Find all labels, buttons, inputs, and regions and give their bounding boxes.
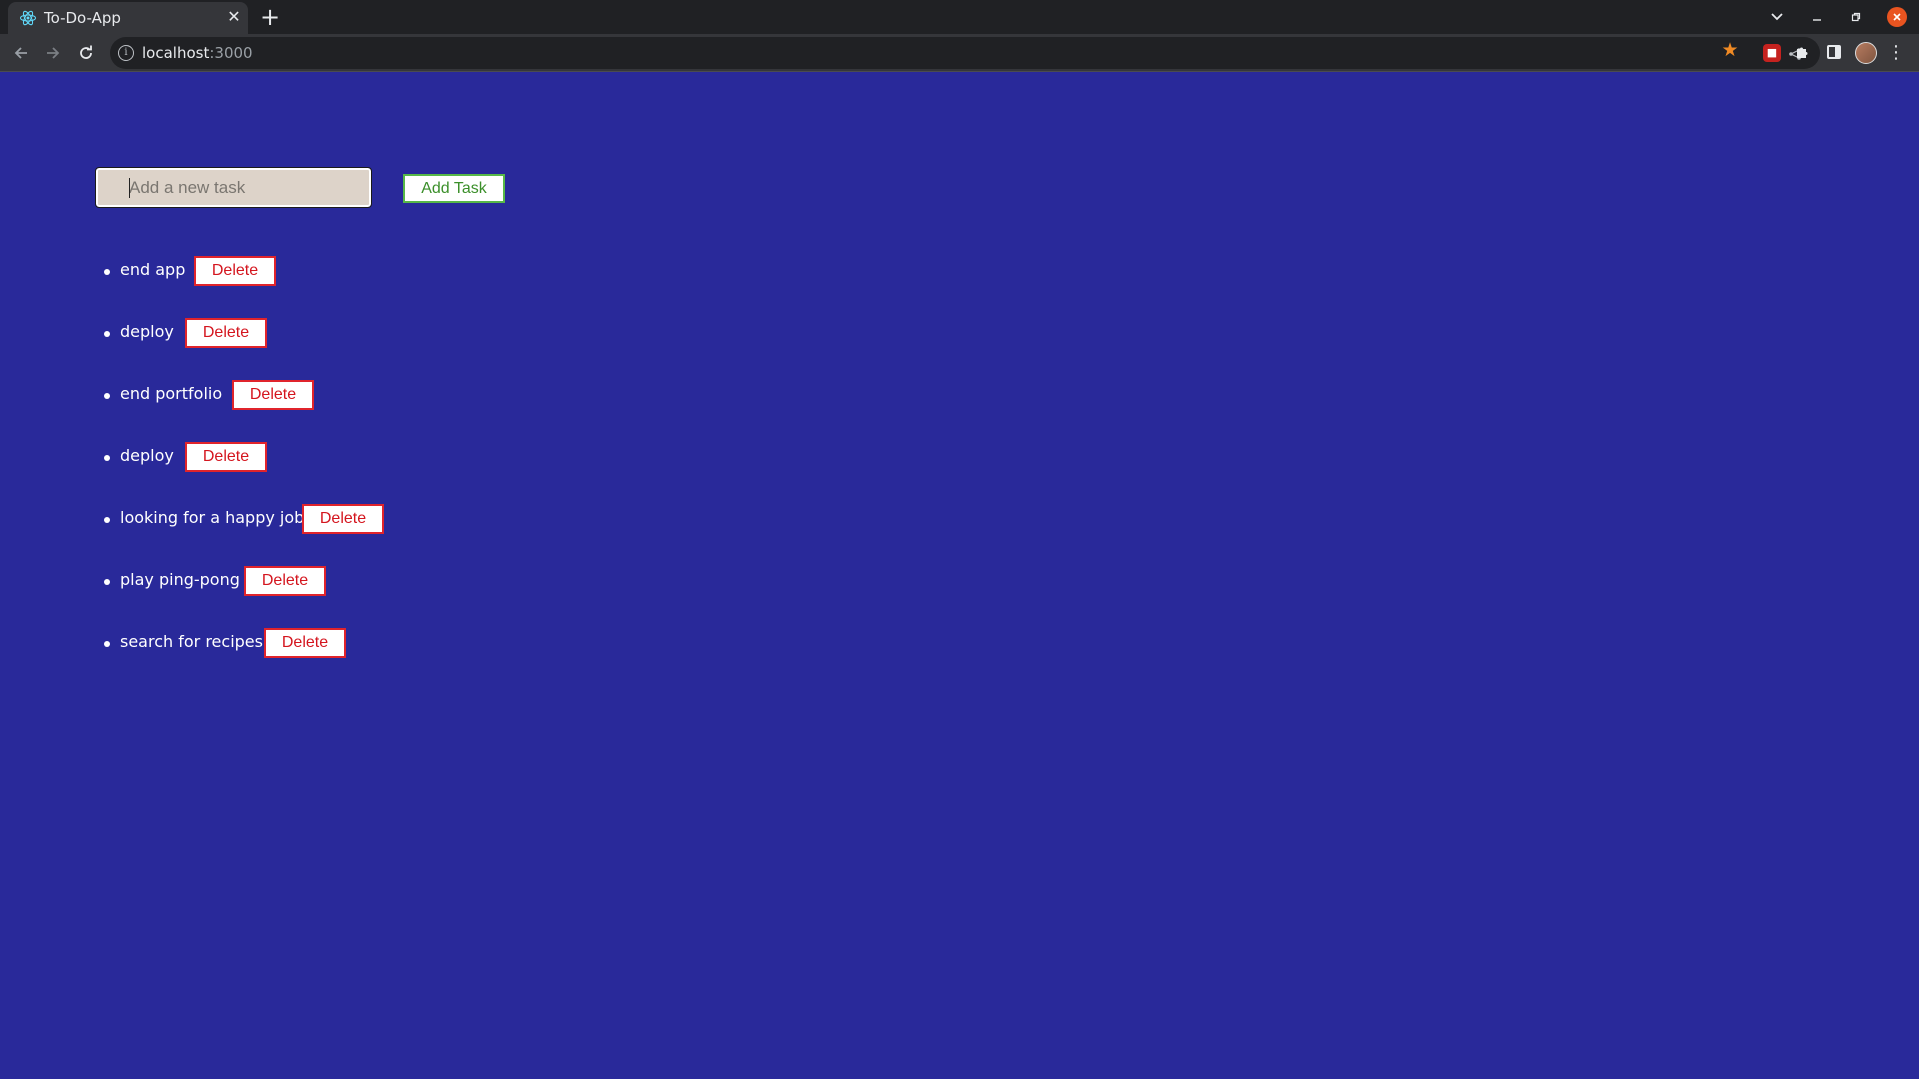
task-text: deploy	[120, 322, 174, 341]
restore-icon[interactable]	[1843, 4, 1869, 30]
side-panel-icon[interactable]	[1827, 45, 1841, 59]
url-text: localhost:3000	[142, 44, 253, 62]
url-host: localhost	[142, 44, 210, 62]
task-text: looking for a happy job	[120, 508, 305, 527]
bullet-icon	[104, 455, 110, 461]
arrow-left-icon[interactable]	[8, 40, 34, 66]
task-text: search for recipes	[120, 632, 263, 651]
delete-task-button[interactable]: Delete	[232, 380, 314, 410]
task-text: end app	[120, 260, 186, 279]
tab-close-icon[interactable]: ✕	[224, 7, 244, 27]
kebab-menu-icon[interactable]: ⋮	[1886, 40, 1906, 66]
browser-tab[interactable]: To-Do-App ✕	[8, 2, 248, 34]
bullet-icon	[104, 579, 110, 585]
task-text: deploy	[120, 446, 174, 465]
delete-task-button[interactable]: Delete	[185, 318, 267, 348]
task-text: play ping-pong	[120, 570, 240, 589]
address-bar[interactable]: i localhost:3000	[110, 37, 1820, 69]
avatar[interactable]	[1855, 42, 1877, 64]
bullet-icon	[104, 269, 110, 275]
minimize-icon[interactable]	[1804, 4, 1830, 30]
tab-title: To-Do-App	[44, 9, 121, 27]
delete-task-button[interactable]: Delete	[244, 566, 326, 596]
new-tab-button[interactable]: +	[256, 3, 284, 31]
delete-task-button[interactable]: Delete	[194, 256, 276, 286]
bullet-icon	[104, 331, 110, 337]
star-icon[interactable]: ★	[1717, 37, 1743, 63]
delete-task-button[interactable]: Delete	[185, 442, 267, 472]
text-cursor	[129, 178, 130, 198]
task-text: end portfolio	[120, 384, 223, 403]
reload-icon[interactable]	[73, 40, 99, 66]
browser-toolbar: i localhost:3000 ★ ■ ⋮	[0, 34, 1919, 72]
tab-search-icon[interactable]	[1764, 4, 1790, 30]
delete-task-button[interactable]: Delete	[302, 504, 384, 534]
browser-tab-bar: To-Do-App ✕ +	[0, 0, 1919, 34]
add-task-button[interactable]: Add Task	[403, 174, 505, 203]
arrow-right-icon[interactable]	[40, 40, 66, 66]
new-task-input[interactable]	[95, 167, 372, 208]
puzzle-icon[interactable]	[1790, 40, 1814, 64]
bullet-icon	[104, 393, 110, 399]
react-logo-icon	[19, 10, 37, 26]
info-icon[interactable]: i	[118, 45, 134, 61]
bullet-icon	[104, 517, 110, 523]
delete-task-button[interactable]: Delete	[264, 628, 346, 658]
window-close-icon[interactable]	[1887, 7, 1907, 27]
url-port: :3000	[209, 44, 253, 62]
extension-icon[interactable]: ■	[1763, 44, 1781, 62]
bullet-icon	[104, 641, 110, 647]
